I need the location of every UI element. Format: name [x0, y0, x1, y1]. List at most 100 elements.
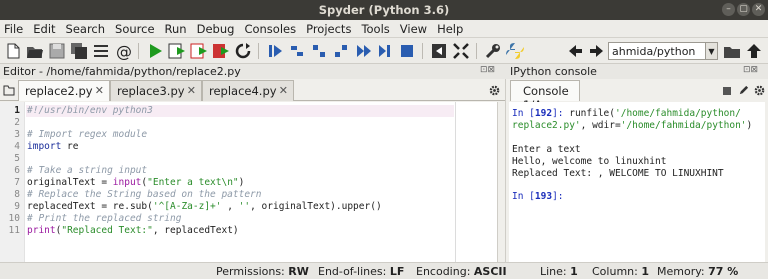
debug-icon[interactable]	[266, 42, 284, 60]
status-end-of-lines: End-of-lines: LF	[318, 265, 405, 278]
status-encoding: Encoding: ASCII	[416, 265, 507, 278]
menu-edit[interactable]: Edit	[33, 22, 55, 36]
status-permissions: Permissions: RW	[216, 265, 309, 278]
console-prompt: In [193]:	[512, 191, 564, 202]
console-input-line: In [192]: runfile('/home/fahmida/python/	[512, 108, 741, 119]
line-number: 11	[8, 225, 20, 236]
code-line: print("Replaced Text:", replacedText)	[27, 225, 239, 236]
toolbar-separator	[138, 43, 139, 59]
list-icon[interactable]	[92, 42, 110, 60]
menu-file[interactable]: File	[4, 22, 23, 36]
svg-text:@: @	[116, 42, 132, 60]
save-all-icon[interactable]	[70, 42, 88, 60]
console-output-line: Hello, welcome to linuxhint	[512, 156, 667, 167]
line-number: 3	[14, 129, 20, 140]
parent-directory-icon[interactable]	[745, 42, 763, 60]
python-path-icon[interactable]	[506, 42, 524, 60]
console-output[interactable]: In [192]: runfile('/home/fahmida/python/…	[509, 102, 765, 262]
ipython-console-pane: Console 1/A In [192]: runfile('/home/fah…	[505, 79, 768, 262]
code-line: # Take a string input	[27, 165, 148, 176]
fullscreen-icon[interactable]	[452, 42, 470, 60]
working-directory-field[interactable]: ahmida/python	[608, 42, 706, 60]
run-cell-icon[interactable]	[168, 42, 186, 60]
code-line: #!/usr/bin/env python3	[27, 105, 153, 116]
console-options-gear-icon[interactable]	[754, 85, 765, 96]
toolbar-separator	[258, 43, 259, 59]
line-number: 5	[14, 153, 20, 164]
line-number: 6	[14, 165, 20, 176]
editor-options-gear-icon[interactable]	[489, 85, 500, 96]
menu-search[interactable]: Search	[66, 22, 106, 36]
code-line: originalText = input("Enter a text\n")	[27, 177, 245, 188]
wrench-icon[interactable]	[484, 42, 502, 60]
code-line: replacedText = re.sub('^[A-Za-z]+' , '',…	[27, 201, 382, 212]
edit-icon[interactable]	[738, 85, 749, 96]
browse-folder-icon[interactable]	[723, 42, 741, 60]
back-arrow-icon[interactable]	[566, 42, 584, 60]
code-line: # Import regex module	[27, 129, 148, 140]
open-file-icon[interactable]	[26, 42, 44, 60]
stop-kernel-icon[interactable]	[723, 87, 731, 95]
close-window-icon[interactable]: ✕	[752, 3, 765, 16]
menu-run[interactable]: Run	[165, 22, 187, 36]
line-number: 2	[14, 117, 20, 128]
line-number: 4	[14, 141, 20, 152]
status-column: Column: 1	[592, 265, 649, 278]
status-bar: Permissions: RW End-of-lines: LF Encodin…	[0, 262, 768, 279]
menu-projects[interactable]: Projects	[306, 22, 351, 36]
stop-debug-icon[interactable]	[398, 42, 416, 60]
at-icon[interactable]: @	[114, 42, 132, 60]
line-number-gutter: 1 2 3 4 5 6 7 8 9 10 11	[0, 102, 25, 262]
new-file-icon[interactable]	[4, 42, 22, 60]
maximize-icon[interactable]: ▢	[737, 3, 750, 16]
maximize-pane-icon[interactable]	[430, 42, 448, 60]
close-tab-icon[interactable]: ✕	[279, 84, 288, 97]
browse-tabs-icon[interactable]	[3, 85, 15, 96]
minimize-icon[interactable]: –	[722, 3, 735, 16]
code-line: # Print the replaced string	[27, 213, 182, 224]
console-pane-controls[interactable]: ⊡⊠	[743, 65, 758, 75]
run-cell-advance-icon[interactable]	[190, 42, 208, 60]
save-icon[interactable]	[48, 42, 66, 60]
window-title: Spyder (Python 3.6)	[318, 3, 450, 17]
menu-debug[interactable]: Debug	[197, 22, 235, 36]
step-icon[interactable]	[288, 42, 306, 60]
editor-pane-title: Editor - /home/fahmida/python/replace2.p…	[3, 65, 241, 78]
console-pane-title: IPython console	[510, 65, 597, 78]
menu-consoles[interactable]: Consoles	[244, 22, 296, 36]
console-output-line: Replaced Text: , WELCOME TO LINUXHINT	[512, 168, 724, 179]
status-memory: Memory: 77 %	[657, 265, 739, 278]
code-line: import re	[27, 141, 79, 152]
step-into-icon[interactable]	[310, 42, 328, 60]
line-number: 8	[14, 189, 20, 200]
tab-replace2[interactable]: replace2.py ✕	[18, 80, 110, 101]
tab-replace4[interactable]: replace4.py ✕	[202, 80, 294, 101]
menu-source[interactable]: Source	[115, 22, 155, 36]
continue-icon[interactable]	[354, 42, 372, 60]
forward-arrow-icon[interactable]	[588, 42, 606, 60]
continue-alt-icon[interactable]	[376, 42, 394, 60]
menu-tools[interactable]: Tools	[361, 22, 389, 36]
menubar: File Edit Search Source Run Debug Consol…	[0, 20, 768, 38]
editor-tabs: replace2.py ✕ replace3.py ✕ replace4.py …	[0, 79, 505, 101]
close-tab-icon[interactable]: ✕	[187, 84, 196, 97]
working-directory-dropdown[interactable]: ▼	[705, 42, 718, 60]
editor-pane: replace2.py ✕ replace3.py ✕ replace4.py …	[0, 79, 505, 262]
tab-console[interactable]: Console 1/A	[510, 80, 580, 112]
console-output-line: Enter a text	[512, 144, 581, 155]
console-input-continuation: replace2.py', wdir='/home/fahmida/python…	[512, 120, 753, 131]
menu-help[interactable]: Help	[437, 22, 463, 36]
toolbar-separator	[476, 43, 477, 59]
menu-view[interactable]: View	[400, 22, 427, 36]
run-icon[interactable]	[146, 42, 164, 60]
rerun-icon[interactable]	[234, 42, 252, 60]
toolbar-separator	[422, 43, 423, 59]
editor-pane-controls[interactable]: ⊡⊠	[480, 65, 495, 75]
tab-label: replace3.py	[117, 84, 185, 98]
run-selection-icon[interactable]	[212, 42, 230, 60]
code-line: # Replace the String based on the patter…	[27, 189, 262, 200]
code-editor[interactable]: 1 2 3 4 5 6 7 8 9 10 11 #!/usr/bin/env p…	[0, 102, 498, 262]
close-tab-icon[interactable]: ✕	[95, 84, 104, 97]
tab-replace3[interactable]: replace3.py ✕	[110, 80, 202, 101]
step-return-icon[interactable]	[332, 42, 350, 60]
